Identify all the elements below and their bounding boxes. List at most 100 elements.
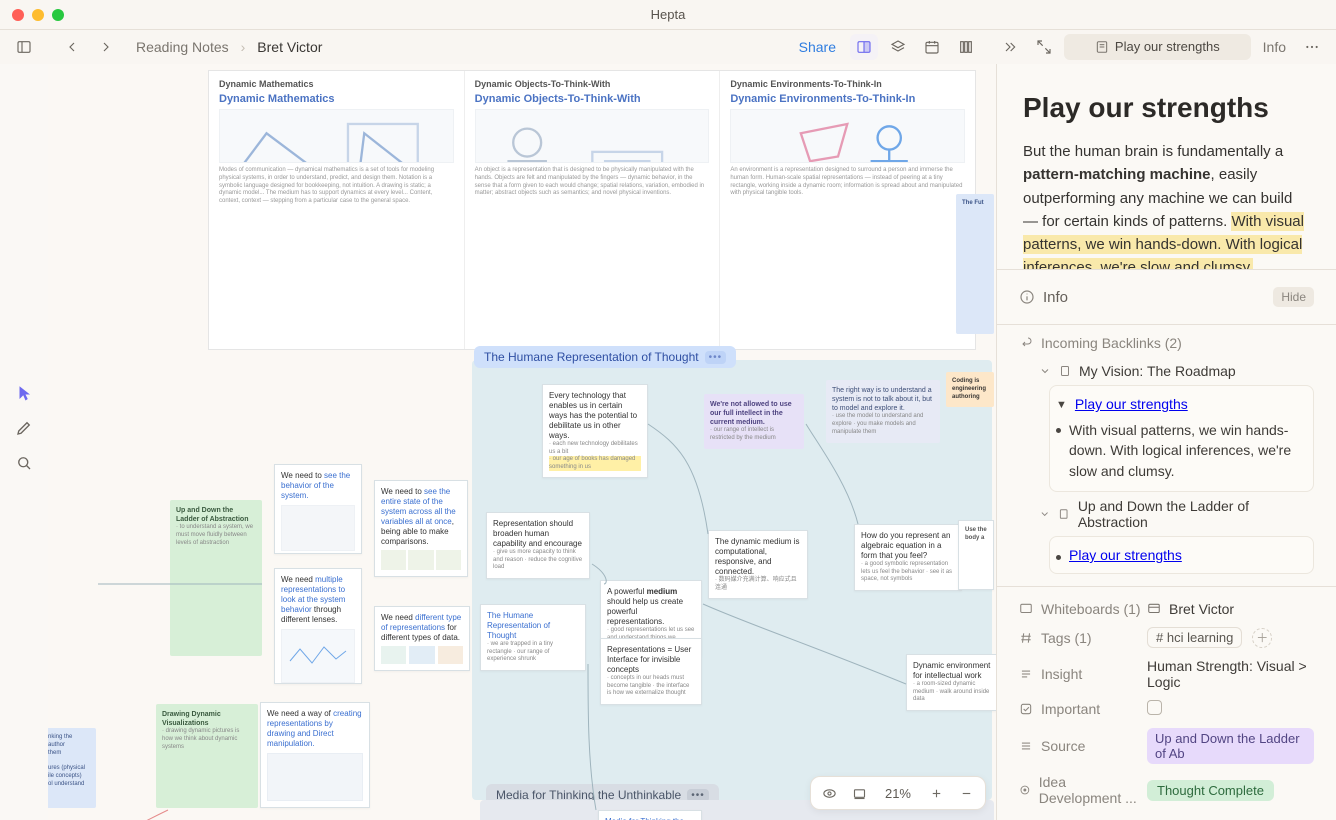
meta-source-key: Source (1019, 738, 1147, 754)
meta-important-key: Important (1019, 701, 1147, 717)
breadcrumb-current[interactable]: Bret Victor (251, 36, 328, 58)
panel-tab[interactable]: Play our strengths (1064, 34, 1251, 60)
backlink-ref[interactable]: Play our strengths (1069, 547, 1182, 563)
card-coding[interactable]: Coding is engineering authoring (946, 372, 994, 407)
bullet-icon (1056, 428, 1061, 433)
more-button[interactable] (1298, 34, 1326, 60)
window-title: Hepta (0, 7, 1336, 22)
collapse-panel-button[interactable] (996, 34, 1024, 60)
nav-back-button[interactable] (58, 34, 86, 60)
pill-menu-icon[interactable]: ••• (705, 351, 727, 364)
card-intellect[interactable]: We're not allowed to use our full intell… (704, 394, 804, 449)
panel-tab-title: Play our strengths (1115, 39, 1220, 54)
breadcrumb-separator: › (241, 39, 246, 55)
sticky-frag-left[interactable]: nking the author them ures (physical ile… (48, 728, 96, 808)
card-env[interactable]: Dynamic environment for intellectual wor… (906, 654, 996, 711)
info-section: Info Hide (997, 269, 1336, 324)
meta-idea-key: Idea Development ... (1019, 774, 1147, 806)
doc-col-header: Dynamic Mathematics (219, 79, 454, 89)
doc-col-header: Dynamic Objects-To-Think-With (475, 79, 710, 89)
backlinks-section: Incoming Backlinks (2) My Vision: The Ro… (997, 324, 1336, 582)
view-split-button[interactable] (850, 34, 878, 60)
meta-idea-value[interactable]: Thought Complete (1147, 780, 1314, 801)
pill-label: The Humane Representation of Thought (484, 350, 699, 364)
bullet-icon (1056, 555, 1061, 560)
card-lenses[interactable]: We need multiple representations to look… (274, 568, 362, 684)
backlinks-header[interactable]: Incoming Backlinks (2) (1019, 329, 1314, 357)
zoom-in-button[interactable] (923, 781, 949, 805)
zoom-value[interactable]: 21% (877, 786, 919, 801)
info-heading: Info (1043, 289, 1068, 306)
card-ui[interactable]: Representations = User Interface for inv… (600, 638, 702, 705)
search-tool[interactable] (15, 454, 33, 475)
card-rep[interactable]: Representation should broaden human capa… (486, 512, 590, 579)
doc-col-3: Dynamic Environments-To-Think-In Dynamic… (720, 71, 975, 349)
sticky-ladder[interactable]: Up and Down the Ladder of Abstraction · … (170, 500, 262, 656)
fit-icon[interactable] (847, 781, 873, 805)
layers-icon[interactable] (884, 34, 912, 60)
section-pill-humane[interactable]: The Humane Representation of Thought ••• (474, 346, 736, 368)
disclosure-icon[interactable]: ▼ (1056, 396, 1067, 411)
note-title[interactable]: Play our strengths (1023, 92, 1310, 124)
card-state[interactable]: We need to see the entire state of the s… (374, 480, 468, 577)
backlink-item[interactable]: Up and Down the Ladder of Abstraction (1019, 492, 1314, 536)
whiteboard-canvas[interactable]: Dynamic Mathematics Dynamic Mathematics … (48, 64, 996, 820)
doc-col-title: Dynamic Objects-To-Think-With (475, 93, 710, 105)
side-panel: Play our strengths But the human brain i… (996, 64, 1336, 820)
backlink-excerpt: With visual patterns, we win hands-down.… (1069, 420, 1303, 481)
zoom-out-button[interactable] (953, 781, 979, 805)
card-future[interactable]: The Fut (956, 194, 994, 334)
backlink-ref[interactable]: Play our strengths (1075, 396, 1188, 412)
card-right-way[interactable]: The right way is to understand a system … (826, 380, 940, 443)
meta-insight-value[interactable]: Human Strength: Visual > Logic (1147, 658, 1314, 690)
card-datatypes[interactable]: We need different type of representation… (374, 606, 470, 671)
card-medium[interactable]: The dynamic medium is computational, res… (708, 530, 808, 599)
nav-forward-button[interactable] (92, 34, 120, 60)
card-media[interactable]: Media for Thinking the Unthinkable (598, 810, 702, 820)
card-tech[interactable]: Every technology that enables us in cert… (542, 384, 648, 478)
meta-insight-key: Insight (1019, 666, 1147, 682)
meta-whiteboards-value[interactable]: Bret Victor (1147, 601, 1314, 617)
note-paragraph-1[interactable]: But the human brain is fundamentally a p… (1023, 140, 1310, 269)
meta-important-value[interactable] (1147, 700, 1314, 718)
library-icon[interactable] (952, 34, 980, 60)
meta-whiteboards-key: Whiteboards (1) (1019, 601, 1147, 617)
meta-tags-value[interactable]: # hci learning ＋ (1147, 627, 1314, 648)
checkbox[interactable] (1147, 700, 1162, 715)
sticky-draw[interactable]: Drawing Dynamic Visualizations · drawing… (156, 704, 258, 808)
hide-button[interactable]: Hide (1273, 287, 1314, 307)
cursor-tool[interactable] (15, 384, 33, 405)
backlink-item[interactable]: My Vision: The Roadmap (1019, 357, 1314, 385)
meta-section: Whiteboards (1) Bret Victor Tags (1) # h… (997, 586, 1336, 820)
backlink-preview: Play our strengths (1049, 536, 1314, 574)
card-alg[interactable]: How do you represent an algebraic equati… (854, 524, 962, 591)
breadcrumb-parent[interactable]: Reading Notes (130, 36, 235, 58)
expand-panel-button[interactable] (1030, 34, 1058, 60)
toggle-sidebar-button[interactable] (10, 34, 38, 60)
doc-col-title: Dynamic Mathematics (219, 93, 454, 105)
doc-col-title: Dynamic Environments-To-Think-In (730, 93, 965, 105)
reference-document[interactable]: Dynamic Mathematics Dynamic Mathematics … (208, 70, 976, 350)
doc-col-2: Dynamic Objects-To-Think-With Dynamic Ob… (465, 71, 721, 349)
toolbar: Reading Notes › Bret Victor Share Play o… (0, 30, 1336, 64)
card-humane[interactable]: The Humane Representation of Thought · w… (480, 604, 586, 671)
tag-chip[interactable]: # hci learning (1147, 627, 1242, 648)
preview-icon[interactable] (817, 781, 843, 805)
zoom-control: 21% (810, 776, 986, 810)
info-button[interactable]: Info (1257, 35, 1292, 59)
calendar-icon[interactable] (918, 34, 946, 60)
pen-tool[interactable] (15, 419, 33, 440)
meta-tags-key: Tags (1) (1019, 630, 1147, 646)
add-tag-button[interactable]: ＋ (1252, 628, 1272, 648)
card-body[interactable]: Use the body a (958, 520, 994, 590)
window-titlebar: Hepta (0, 0, 1336, 30)
card-behavior[interactable]: We need to see the behavior of the syste… (274, 464, 362, 554)
meta-source-value[interactable]: Up and Down the Ladder of Ab (1147, 728, 1314, 764)
backlink-preview: ▼ Play our strengths With visual pattern… (1049, 385, 1314, 492)
card-direct-draw[interactable]: We need a way of creating representation… (260, 702, 370, 808)
breadcrumb: Reading Notes › Bret Victor (130, 36, 328, 58)
doc-col-header: Dynamic Environments-To-Think-In (730, 79, 965, 89)
share-button[interactable]: Share (791, 35, 844, 59)
tool-rail (0, 64, 48, 820)
doc-col-1: Dynamic Mathematics Dynamic Mathematics … (209, 71, 465, 349)
